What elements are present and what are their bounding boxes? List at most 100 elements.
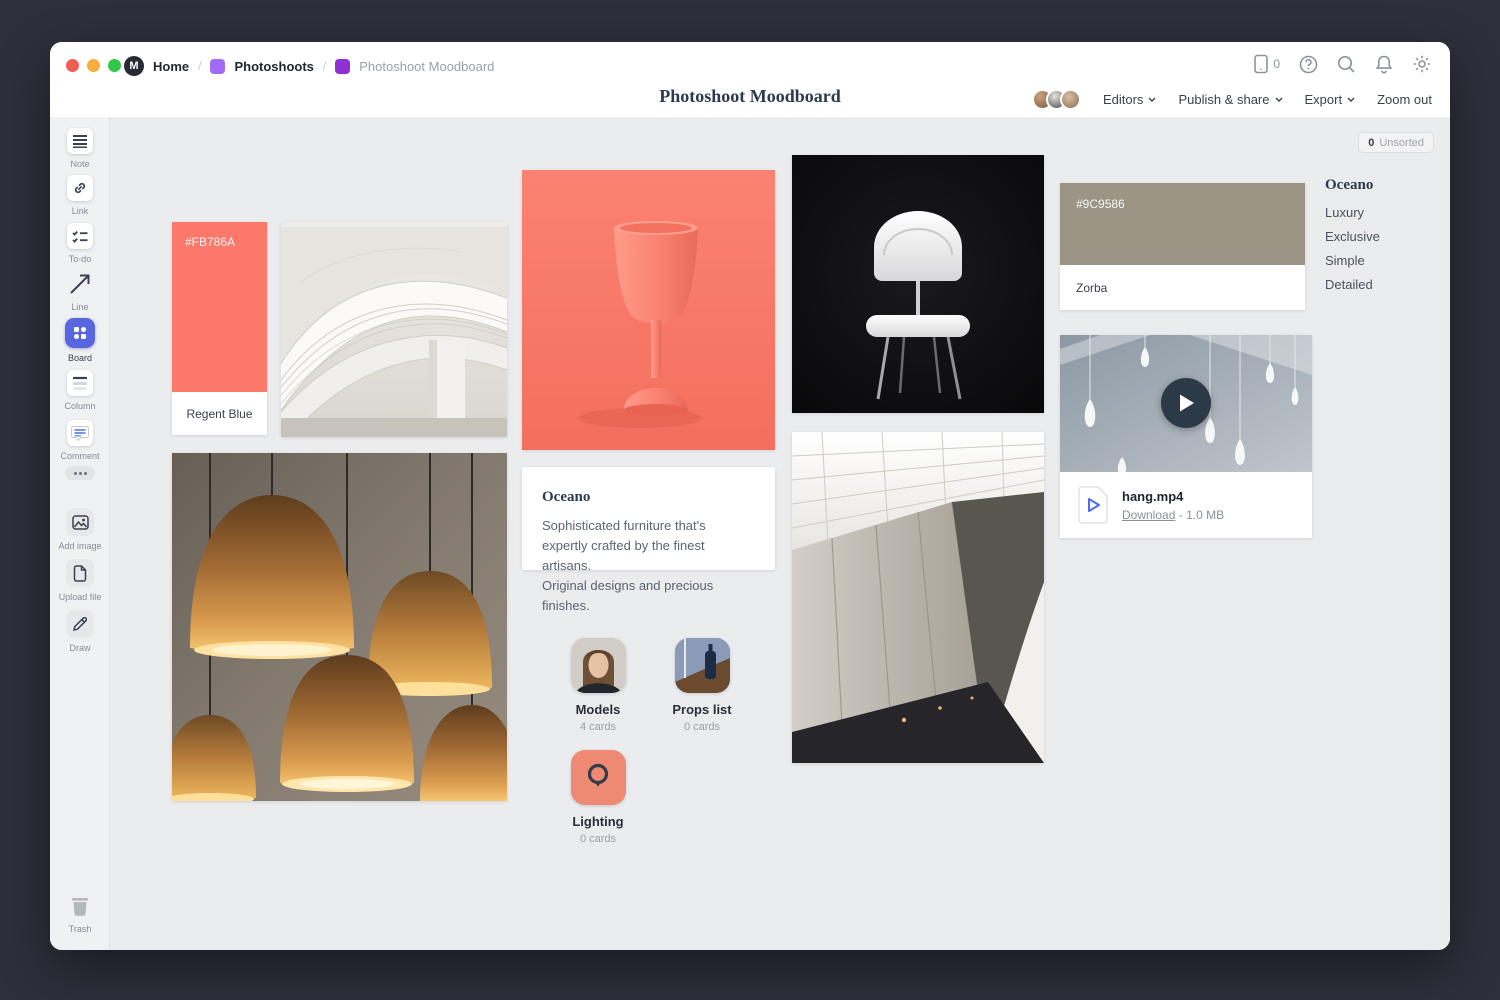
tool-add-image[interactable]: Add image xyxy=(50,508,110,551)
tool-label: Board xyxy=(68,353,92,363)
tool-label: Column xyxy=(64,401,95,411)
props-board-thumbnail xyxy=(675,638,730,693)
more-tools-button[interactable] xyxy=(50,466,110,480)
app-window: M Home / Photoshoots / Photoshoot Moodbo… xyxy=(50,42,1450,950)
breadcrumb-current: Photoshoot Moodboard xyxy=(359,59,494,74)
board-models[interactable]: Models 4 cards xyxy=(545,638,651,733)
tool-label: Trash xyxy=(69,924,92,934)
tool-label: Draw xyxy=(69,643,90,653)
unsorted-label: Unsorted xyxy=(1379,137,1424,149)
tool-trash[interactable]: Trash xyxy=(50,893,110,934)
board-count: 0 cards xyxy=(580,833,616,845)
comment-icon xyxy=(67,420,93,446)
lightbulb-icon xyxy=(585,763,611,793)
note-body: Sophisticated furniture that's expertly … xyxy=(542,516,755,616)
color-card-zorba[interactable]: #9C9586 Zorba xyxy=(1060,183,1305,310)
tool-note[interactable]: Note xyxy=(50,128,110,169)
tool-label: Note xyxy=(70,159,89,169)
tool-board[interactable]: Board xyxy=(50,318,110,363)
board-name: Props list xyxy=(672,702,731,717)
play-icon xyxy=(1177,393,1195,413)
color-card-regent-blue[interactable]: #FB786A Regent Blue xyxy=(172,222,267,435)
video-footer: hang.mp4 Download - 1.0 MB xyxy=(1060,472,1312,538)
tool-label: To-do xyxy=(69,254,92,264)
color-hex-label: #9C9586 xyxy=(1076,197,1125,211)
board-lighting[interactable]: Lighting 0 cards xyxy=(545,750,651,845)
tool-column[interactable]: Column xyxy=(50,370,110,411)
keyword-item: Detailed xyxy=(1325,277,1445,292)
keyword-item: Simple xyxy=(1325,253,1445,268)
board-count: 0 cards xyxy=(684,721,720,733)
header-icons: 0 xyxy=(1253,54,1432,74)
breadcrumb-home[interactable]: Home xyxy=(153,59,189,74)
moodboard-board-icon xyxy=(335,59,350,74)
chair-image-card[interactable] xyxy=(792,155,1044,413)
tool-link[interactable]: Link xyxy=(50,175,110,216)
upload-file-icon xyxy=(66,559,94,587)
search-icon[interactable] xyxy=(1337,55,1356,74)
note-title: Oceano xyxy=(542,489,755,506)
export-menu[interactable]: Export xyxy=(1305,92,1356,107)
tool-label: Comment xyxy=(60,451,99,461)
unsorted-count: 0 xyxy=(1368,137,1374,149)
column-icon xyxy=(67,370,93,396)
header: M Home / Photoshoots / Photoshoot Moodbo… xyxy=(50,42,1450,117)
note-line: Sophisticated furniture that's xyxy=(542,516,755,536)
editors-menu[interactable]: Editors xyxy=(1103,92,1156,107)
tool-label: Upload file xyxy=(59,592,102,602)
tool-line[interactable]: Line xyxy=(50,271,110,312)
mobile-device-icon[interactable]: 0 xyxy=(1253,54,1280,74)
trash-icon xyxy=(67,893,93,919)
tool-comment[interactable]: Comment xyxy=(50,420,110,461)
lighting-board-thumbnail xyxy=(571,750,626,805)
video-filename: hang.mp4 xyxy=(1122,489,1224,504)
settings-gear-icon[interactable] xyxy=(1412,54,1432,74)
architecture-image-card[interactable] xyxy=(281,222,507,437)
chevron-down-icon xyxy=(1347,97,1355,102)
meta-separator: - xyxy=(1179,508,1183,522)
avatar xyxy=(1060,89,1081,110)
breadcrumb-separator: / xyxy=(198,59,201,73)
chevron-down-icon xyxy=(1275,97,1283,102)
color-hex-label: #FB786A xyxy=(185,235,235,249)
editor-avatars[interactable] xyxy=(1032,89,1081,110)
board-props-list[interactable]: Props list 0 cards xyxy=(649,638,755,733)
tool-label: Link xyxy=(72,206,89,216)
models-board-thumbnail xyxy=(571,638,626,693)
lamps-image-card[interactable] xyxy=(172,453,507,801)
help-icon[interactable] xyxy=(1299,55,1318,74)
keyword-item: Luxury xyxy=(1325,205,1445,220)
keyword-list[interactable]: Oceano Luxury Exclusive Simple Detailed xyxy=(1325,177,1445,301)
tool-upload-file[interactable]: Upload file xyxy=(50,559,110,602)
close-window-button[interactable] xyxy=(66,59,79,72)
video-card[interactable]: hang.mp4 Download - 1.0 MB xyxy=(1060,335,1312,538)
corridor-image xyxy=(792,432,1044,763)
unsorted-badge[interactable]: 0 Unsorted xyxy=(1358,132,1434,153)
publish-share-menu[interactable]: Publish & share xyxy=(1178,92,1282,107)
tool-todo[interactable]: To-do xyxy=(50,223,110,264)
breadcrumb-photoshoots[interactable]: Photoshoots xyxy=(234,59,313,74)
maximize-window-button[interactable] xyxy=(108,59,121,72)
board-name: Lighting xyxy=(572,814,623,829)
play-button[interactable] xyxy=(1161,378,1211,428)
app-logo[interactable]: M xyxy=(124,56,144,76)
zoom-out-button[interactable]: Zoom out xyxy=(1377,92,1432,107)
breadcrumb-separator: / xyxy=(323,59,326,73)
draw-pencil-icon xyxy=(66,610,94,638)
notifications-bell-icon[interactable] xyxy=(1375,54,1393,74)
moodboard-canvas[interactable]: Note Link To-do Line Board xyxy=(50,117,1450,950)
color-name: Zorba xyxy=(1060,265,1305,310)
photoshoots-board-icon xyxy=(210,59,225,74)
minimize-window-button[interactable] xyxy=(87,59,100,72)
tool-label: Line xyxy=(71,302,88,312)
download-link[interactable]: Download xyxy=(1122,508,1175,522)
add-image-icon xyxy=(66,508,94,536)
goblet-image-card[interactable] xyxy=(522,170,775,450)
line-arrow-icon xyxy=(67,271,93,297)
tool-draw[interactable]: Draw xyxy=(50,610,110,653)
note-line: Original designs and precious finishes. xyxy=(542,576,755,616)
oceano-note-card[interactable]: Oceano Sophisticated furniture that's ex… xyxy=(522,467,775,570)
breadcrumb: M Home / Photoshoots / Photoshoot Moodbo… xyxy=(124,53,494,79)
board-icon xyxy=(65,318,95,348)
corridor-image-card[interactable] xyxy=(792,432,1044,763)
